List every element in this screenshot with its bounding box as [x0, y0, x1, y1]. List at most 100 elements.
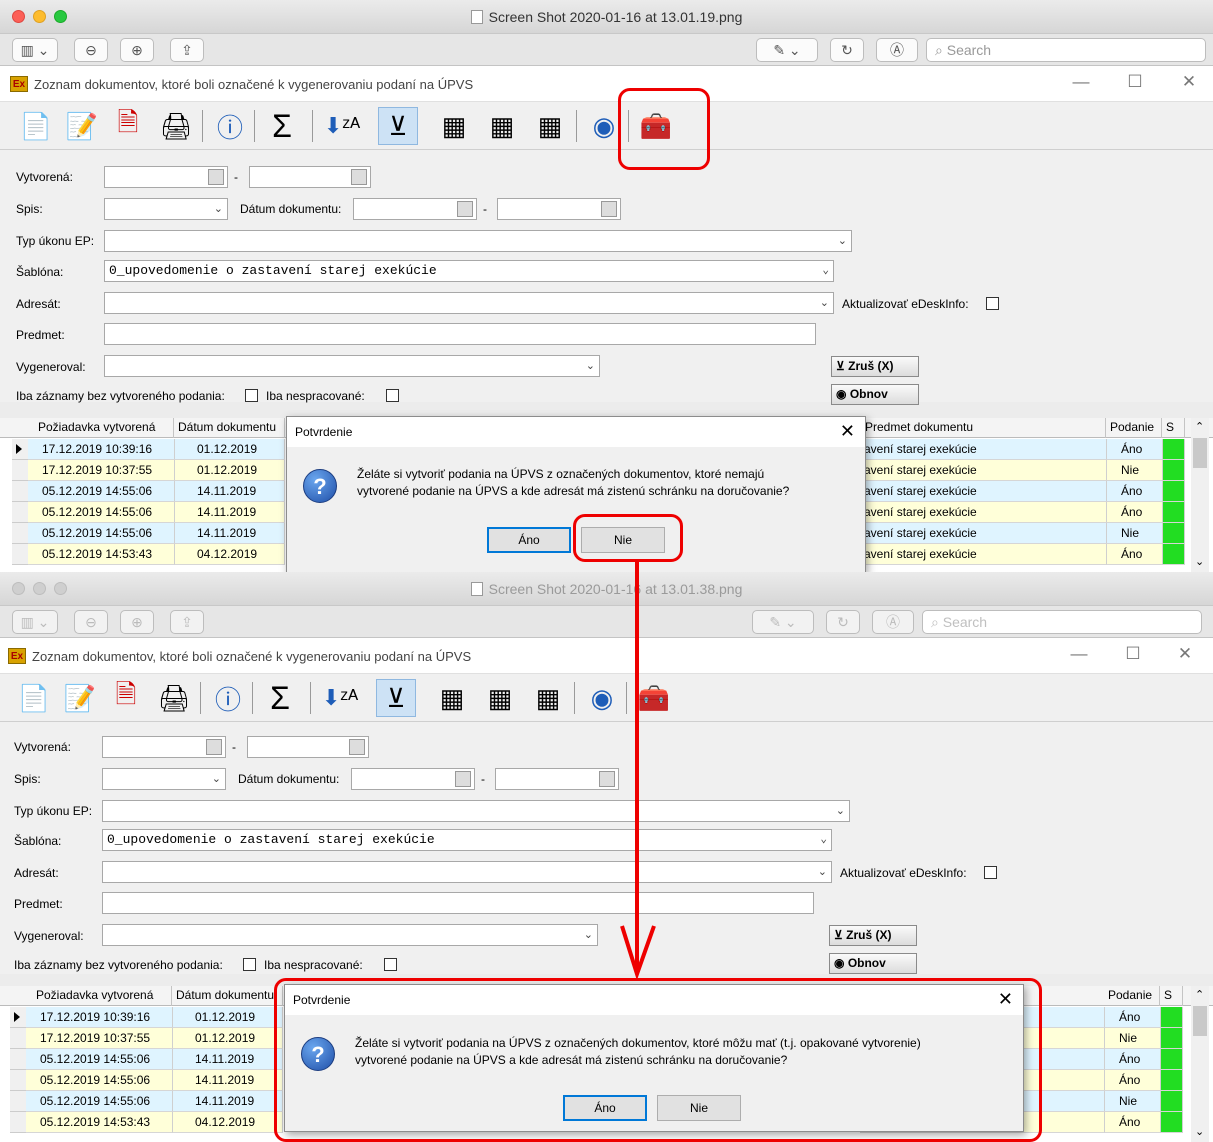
document-date-from-field[interactable] — [353, 198, 477, 220]
minimize-icon[interactable]: — — [1066, 72, 1096, 92]
scroll-up-icon[interactable]: ⌃ — [1195, 988, 1204, 1001]
calendar-icon[interactable] — [599, 771, 615, 787]
markup-toolbar-button[interactable]: Ⓐ — [872, 610, 914, 634]
col-document-date[interactable]: Dátum dokumentu — [173, 986, 283, 1006]
calendar-icon[interactable] — [457, 201, 473, 217]
action-type-select[interactable]: ⌄ — [104, 230, 852, 252]
grid-view-icon[interactable]: ▦ — [434, 107, 474, 145]
new-document-icon[interactable]: 📄 — [14, 679, 54, 717]
zoom-out-button[interactable]: ⊖ — [74, 610, 108, 634]
refresh-globe-icon[interactable]: ◉ — [582, 679, 622, 717]
search-field[interactable]: ⌕ Search — [926, 38, 1206, 62]
without-submission-checkbox[interactable] — [243, 958, 256, 971]
without-submission-checkbox[interactable] — [245, 389, 258, 402]
unprocessed-checkbox[interactable] — [384, 958, 397, 971]
minimize-icon[interactable]: — — [1064, 644, 1094, 664]
calendar-icon[interactable] — [351, 169, 367, 185]
document-date-to-field[interactable] — [495, 768, 619, 790]
update-edesk-checkbox[interactable] — [984, 866, 997, 879]
dialog-close-icon[interactable]: ✕ — [840, 421, 855, 442]
created-from-field[interactable] — [104, 166, 228, 188]
col-created[interactable]: Požiadavka vytvorená — [26, 986, 172, 1006]
generated-by-select[interactable]: ⌄ — [104, 355, 600, 377]
sum-icon[interactable]: Σ — [262, 107, 302, 145]
cancel-filter-button[interactable]: ⊻ Zruš (X) — [831, 356, 919, 377]
template-select[interactable]: 0_upovedomenie o zastavení starej exekúc… — [102, 829, 832, 851]
col-status[interactable]: S — [1161, 986, 1183, 1006]
scroll-thumb[interactable] — [1193, 438, 1207, 468]
grid-scrollbar[interactable]: ⌃ ⌄ — [1191, 418, 1209, 572]
template-select[interactable]: 0_upovedomenie o zastavení starej exekúc… — [104, 260, 834, 282]
action-type-select[interactable]: ⌄ — [102, 800, 850, 822]
sort-icon[interactable]: ⬇ ᶻᴬ — [322, 107, 362, 145]
generated-by-select[interactable]: ⌄ — [102, 924, 598, 946]
remove-column-icon[interactable]: ▦ — [530, 107, 570, 145]
markup-pen-button[interactable]: ✎ ⌄ — [756, 38, 818, 62]
refresh-button[interactable]: ◉ Obnov — [829, 953, 917, 974]
add-column-icon[interactable]: ▦ — [482, 107, 522, 145]
zoom-in-button[interactable]: ⊕ — [120, 610, 154, 634]
markup-toolbar-button[interactable]: Ⓐ — [876, 38, 918, 62]
remove-column-icon[interactable]: ▦ — [528, 679, 568, 717]
addressee-select[interactable]: ⌄ — [104, 292, 834, 314]
close-icon[interactable]: ✕ — [1174, 72, 1204, 92]
file-select[interactable]: ⌄ — [104, 198, 228, 220]
col-podanie[interactable]: Podanie — [1107, 418, 1162, 438]
sidebar-toggle-button[interactable]: ▥ ⌄ — [12, 610, 58, 634]
document-date-to-field[interactable] — [497, 198, 621, 220]
clear-filter-icon[interactable]: ⊻ — [376, 679, 416, 717]
generate-submissions-icon[interactable]: 🧰 — [634, 679, 674, 717]
sum-icon[interactable]: Σ — [260, 679, 300, 717]
maximize-icon[interactable]: ☐ — [1118, 644, 1148, 664]
created-to-field[interactable] — [249, 166, 371, 188]
rotate-button[interactable]: ↻ — [830, 38, 864, 62]
print-icon[interactable]: 🖨 — [156, 107, 196, 145]
yes-button[interactable]: Áno — [487, 527, 571, 553]
search-field[interactable]: ⌕ Search — [922, 610, 1202, 634]
created-from-field[interactable] — [102, 736, 226, 758]
zoom-out-button[interactable]: ⊖ — [74, 38, 108, 62]
info-icon[interactable]: ⓘ — [210, 107, 250, 145]
share-button[interactable]: ⇪ — [170, 610, 204, 634]
add-column-icon[interactable]: ▦ — [480, 679, 520, 717]
clear-filter-icon[interactable]: ⊻ — [378, 107, 418, 145]
file-select[interactable]: ⌄ — [102, 768, 226, 790]
col-subject[interactable]: Predmet dokumentu — [862, 418, 1106, 438]
scroll-down-icon[interactable]: ⌄ — [1195, 555, 1204, 568]
delete-document-icon[interactable]: 🗎 — [106, 679, 146, 717]
sort-icon[interactable]: ⬇ ᶻᴬ — [320, 679, 360, 717]
scroll-up-icon[interactable]: ⌃ — [1195, 420, 1204, 433]
print-icon[interactable]: 🖨 — [154, 679, 194, 717]
calendar-icon[interactable] — [601, 201, 617, 217]
col-document-date[interactable]: Dátum dokumentu — [175, 418, 285, 438]
update-edesk-checkbox[interactable] — [986, 297, 999, 310]
col-status[interactable]: S — [1163, 418, 1185, 438]
refresh-button[interactable]: ◉ Obnov — [831, 384, 919, 405]
subject-input[interactable] — [104, 323, 816, 345]
edit-document-icon[interactable]: 📝 — [62, 107, 102, 145]
grid-scrollbar[interactable]: ⌃ ⌄ — [1191, 986, 1209, 1142]
maximize-icon[interactable]: ☐ — [1120, 72, 1150, 92]
unprocessed-checkbox[interactable] — [386, 389, 399, 402]
sidebar-toggle-button[interactable]: ▥ ⌄ — [12, 38, 58, 62]
col-podanie[interactable]: Podanie — [1105, 986, 1160, 1006]
calendar-icon[interactable] — [349, 739, 365, 755]
close-icon[interactable]: ✕ — [1170, 644, 1200, 664]
col-created[interactable]: Požiadavka vytvorená — [28, 418, 174, 438]
created-to-field[interactable] — [247, 736, 369, 758]
share-button[interactable]: ⇪ — [170, 38, 204, 62]
edit-document-icon[interactable]: 📝 — [60, 679, 100, 717]
info-icon[interactable]: ⓘ — [208, 679, 248, 717]
grid-view-icon[interactable]: ▦ — [432, 679, 472, 717]
calendar-icon[interactable] — [455, 771, 471, 787]
new-document-icon[interactable]: 📄 — [16, 107, 56, 145]
calendar-icon[interactable] — [208, 169, 224, 185]
subject-input[interactable] — [102, 892, 814, 914]
delete-document-icon[interactable]: 🗎 — [108, 107, 148, 145]
markup-pen-button[interactable]: ✎ ⌄ — [752, 610, 814, 634]
zoom-in-button[interactable]: ⊕ — [120, 38, 154, 62]
rotate-button[interactable]: ↻ — [826, 610, 860, 634]
calendar-icon[interactable] — [206, 739, 222, 755]
scroll-down-icon[interactable]: ⌄ — [1195, 1125, 1204, 1138]
addressee-select[interactable]: ⌄ — [102, 861, 832, 883]
